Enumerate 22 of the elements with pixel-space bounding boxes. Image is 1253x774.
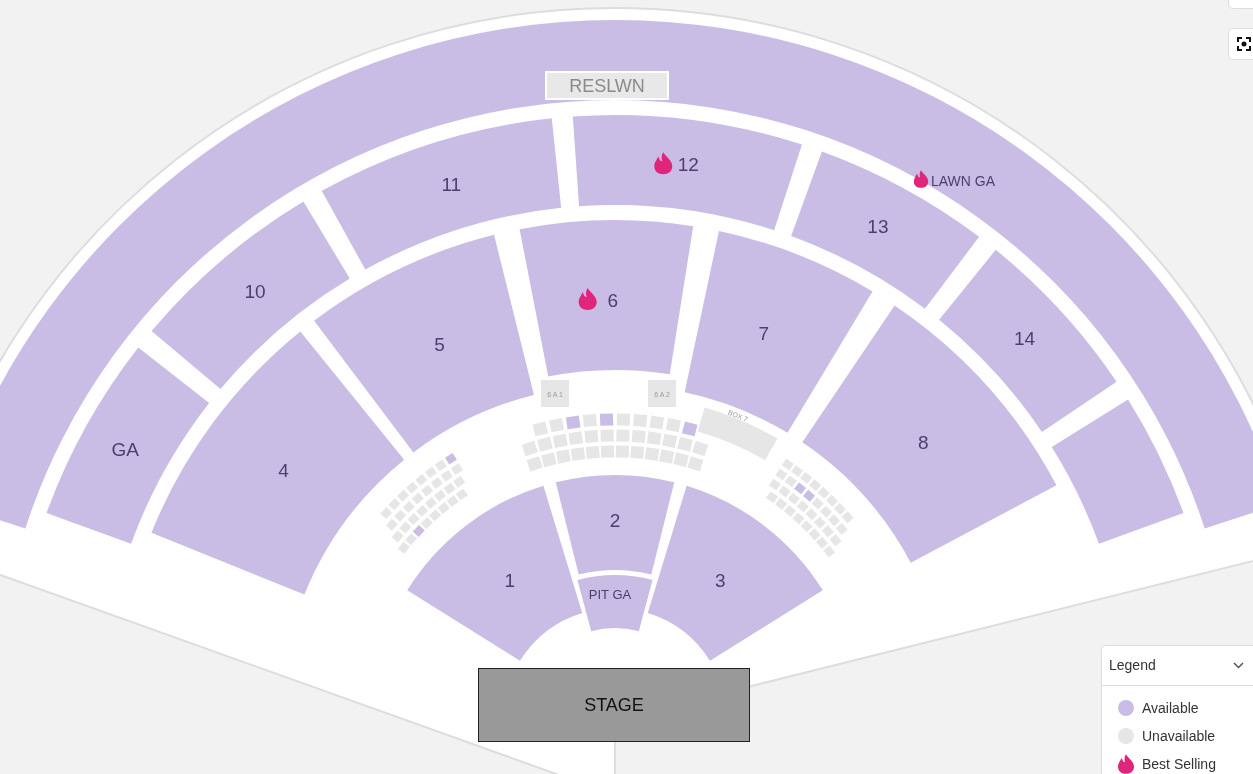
- section-label: 3: [715, 570, 726, 592]
- section-label: RESLWN: [569, 76, 645, 96]
- legend-header[interactable]: Legend: [1102, 646, 1253, 686]
- section-label: 8: [918, 432, 929, 454]
- section-label: PIT GA: [588, 587, 632, 602]
- section-label: 12: [677, 154, 699, 176]
- section-label: 2: [609, 510, 621, 531]
- section-label: GA: [111, 438, 139, 460]
- section-label: LAWN GA: [931, 173, 996, 189]
- stage: STAGE: [478, 668, 750, 742]
- section-label: 11: [441, 174, 462, 196]
- legend-label: Available: [1142, 698, 1199, 718]
- section-label: 6: [607, 290, 618, 312]
- section-label: 7: [758, 322, 769, 344]
- legend-label: Unavailable: [1142, 726, 1216, 746]
- section-label: 10: [244, 281, 266, 302]
- legend-label: Best Selling: [1142, 754, 1216, 774]
- section-label: 13: [867, 215, 889, 237]
- section-label: 5: [434, 333, 445, 355]
- section-label: 4: [278, 460, 289, 482]
- section-label: 1: [504, 570, 515, 592]
- section-label: 14: [1014, 328, 1036, 350]
